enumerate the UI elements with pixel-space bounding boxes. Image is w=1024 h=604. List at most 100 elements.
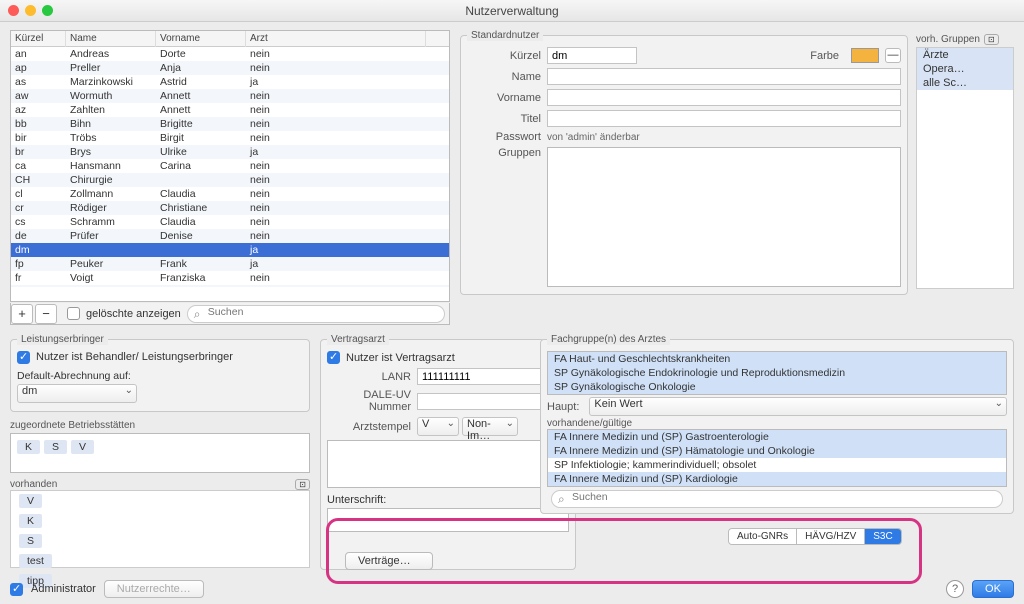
- table-row[interactable]: bbBihnBrigittenein: [11, 117, 449, 131]
- tag[interactable]: V: [71, 440, 94, 454]
- unterschrift-box[interactable]: [327, 508, 569, 532]
- admin-checkbox[interactable]: [10, 583, 23, 596]
- table-row[interactable]: caHansmannCarinanein: [11, 159, 449, 173]
- show-deleted-checkbox[interactable]: [67, 307, 80, 320]
- tag[interactable]: test: [19, 554, 52, 568]
- cell: [156, 173, 246, 187]
- list-item[interactable]: alle Sc…: [917, 76, 1013, 90]
- name-input[interactable]: [547, 68, 901, 85]
- col-name[interactable]: Name: [66, 31, 156, 47]
- cell: nein: [246, 285, 426, 287]
- stempel-select[interactable]: V: [417, 417, 459, 436]
- cell: Hansmann: [66, 159, 156, 173]
- vorh-gruppen-list[interactable]: ÄrzteOpera…alle Sc…: [916, 47, 1014, 289]
- list-item[interactable]: SP Gynäkologische Endokrinologie und Rep…: [548, 366, 1006, 380]
- zoom-icon[interactable]: [42, 5, 53, 16]
- fachgruppe-search-input[interactable]: [572, 491, 994, 503]
- color-swatch[interactable]: [851, 48, 879, 63]
- list-item[interactable]: Opera…: [917, 62, 1013, 76]
- titel-input[interactable]: [547, 110, 901, 127]
- vorh-gruppen-toggle-icon[interactable]: ⊡: [984, 34, 999, 45]
- gruppen-list[interactable]: [547, 147, 901, 287]
- list-item[interactable]: test: [11, 551, 309, 571]
- table-row[interactable]: dmja: [11, 243, 449, 257]
- cell: Franziska: [156, 271, 246, 285]
- table-row[interactable]: anAndreasDortenein: [11, 47, 449, 61]
- cell: nein: [246, 103, 426, 117]
- fachgruppe-selected-list[interactable]: FA Haut- und GeschlechtskrankheitenSP Gy…: [547, 351, 1007, 395]
- tab-auto-gnrs[interactable]: Auto-GNRs: [729, 529, 797, 544]
- list-item[interactable]: FA Haut- und Geschlechtskrankheiten: [548, 352, 1006, 366]
- betriebs-tags[interactable]: KSV: [10, 433, 310, 473]
- list-item[interactable]: Ärzte: [917, 48, 1013, 62]
- table-row[interactable]: asMarzinkowskiAstridja: [11, 75, 449, 89]
- list-item[interactable]: FA Innere Medizin und (SP) Gastroenterol…: [548, 430, 1006, 444]
- tab-hävg/hzv[interactable]: HÄVG/HZV: [797, 529, 865, 544]
- vorname-input[interactable]: [547, 89, 901, 106]
- col-vorname[interactable]: Vorname: [156, 31, 246, 47]
- fachgruppe-available-list[interactable]: FA Innere Medizin und (SP) Gastroenterol…: [547, 429, 1007, 487]
- table-row[interactable]: awWormuthAnnettnein: [11, 89, 449, 103]
- default-abrechnung-select[interactable]: dm: [17, 384, 137, 403]
- cell: Wormuth: [66, 89, 156, 103]
- cell: Birgit: [156, 131, 246, 145]
- table-row[interactable]: dePrüferDenisenein: [11, 229, 449, 243]
- list-item[interactable]: SP Gynäkologische Onkologie: [548, 380, 1006, 394]
- user-search[interactable]: [187, 305, 445, 323]
- user-search-input[interactable]: [208, 306, 436, 318]
- list-item[interactable]: SP Infektiologie; kammerindividuell; obs…: [548, 458, 1006, 472]
- tag[interactable]: S: [19, 534, 42, 548]
- vertrag-checkbox[interactable]: [327, 351, 340, 364]
- table-row[interactable]: CHChirurgienein: [11, 173, 449, 187]
- table-row[interactable]: clZollmannClaudianein: [11, 187, 449, 201]
- haupt-select[interactable]: Kein Wert: [589, 397, 1007, 416]
- cell: Zollmann: [66, 187, 156, 201]
- minimize-icon[interactable]: [25, 5, 36, 16]
- close-icon[interactable]: [8, 5, 19, 16]
- stempel2-select[interactable]: Non-Im…: [462, 417, 518, 436]
- table-row[interactable]: crRödigerChristianenein: [11, 201, 449, 215]
- haupt-value: Kein Wert: [594, 398, 642, 410]
- default-abrechnung-label: Default-Abrechnung auf:: [17, 370, 303, 382]
- table-row[interactable]: frVoigtFranziskanein: [11, 271, 449, 285]
- tab-s3c[interactable]: S3C: [865, 529, 900, 544]
- tag[interactable]: K: [17, 440, 40, 454]
- table-row[interactable]: fsSevfarthFloriannein: [11, 285, 449, 287]
- col-arzt[interactable]: Arzt: [246, 31, 426, 47]
- list-item[interactable]: K: [11, 511, 309, 531]
- cell: Florian: [156, 285, 246, 287]
- table-row[interactable]: brBrysUlrikeja: [11, 145, 449, 159]
- nutzerrechte-button[interactable]: Nutzerrechte…: [104, 580, 204, 598]
- add-button[interactable]: +: [11, 304, 33, 324]
- tag[interactable]: K: [19, 514, 42, 528]
- tag[interactable]: S: [44, 440, 67, 454]
- tab-segment[interactable]: Auto-GNRsHÄVG/HZVS3C: [728, 528, 902, 545]
- cell: Christiane: [156, 201, 246, 215]
- vorhanden-toggle-icon[interactable]: ⊡: [295, 479, 310, 490]
- col-kuerzel[interactable]: Kürzel: [11, 31, 66, 47]
- list-item[interactable]: V: [11, 491, 309, 511]
- stempel-preview: [327, 440, 569, 488]
- fachgruppe-search[interactable]: [551, 490, 1003, 508]
- table-row[interactable]: birTröbsBirgitnein: [11, 131, 449, 145]
- table-row[interactable]: azZahltenAnnettnein: [11, 103, 449, 117]
- vorhanden-list[interactable]: VKStesttipp: [10, 490, 310, 568]
- table-row[interactable]: fpPeukerFrankja: [11, 257, 449, 271]
- cell: Rödiger: [66, 201, 156, 215]
- list-item[interactable]: S: [11, 531, 309, 551]
- list-item[interactable]: FA Innere Medizin und (SP) Kardiologie: [548, 472, 1006, 486]
- user-table[interactable]: Kürzel Name Vorname Arzt anAndreasDorten…: [10, 30, 450, 302]
- tag[interactable]: V: [19, 494, 42, 508]
- cell: fr: [11, 271, 66, 285]
- kuerzel-input[interactable]: [547, 47, 637, 64]
- vertraege-button[interactable]: Verträge…: [345, 552, 433, 570]
- leistung-checkbox[interactable]: [17, 351, 30, 364]
- remove-button[interactable]: −: [35, 304, 57, 324]
- help-icon[interactable]: ?: [946, 580, 964, 598]
- list-item[interactable]: FA Innere Medizin und (SP) Hämatologie u…: [548, 444, 1006, 458]
- ok-button[interactable]: OK: [972, 580, 1014, 598]
- color-clear-button[interactable]: —: [885, 48, 901, 63]
- cell: nein: [246, 187, 426, 201]
- table-row[interactable]: apPrellerAnjanein: [11, 61, 449, 75]
- table-row[interactable]: csSchrammClaudianein: [11, 215, 449, 229]
